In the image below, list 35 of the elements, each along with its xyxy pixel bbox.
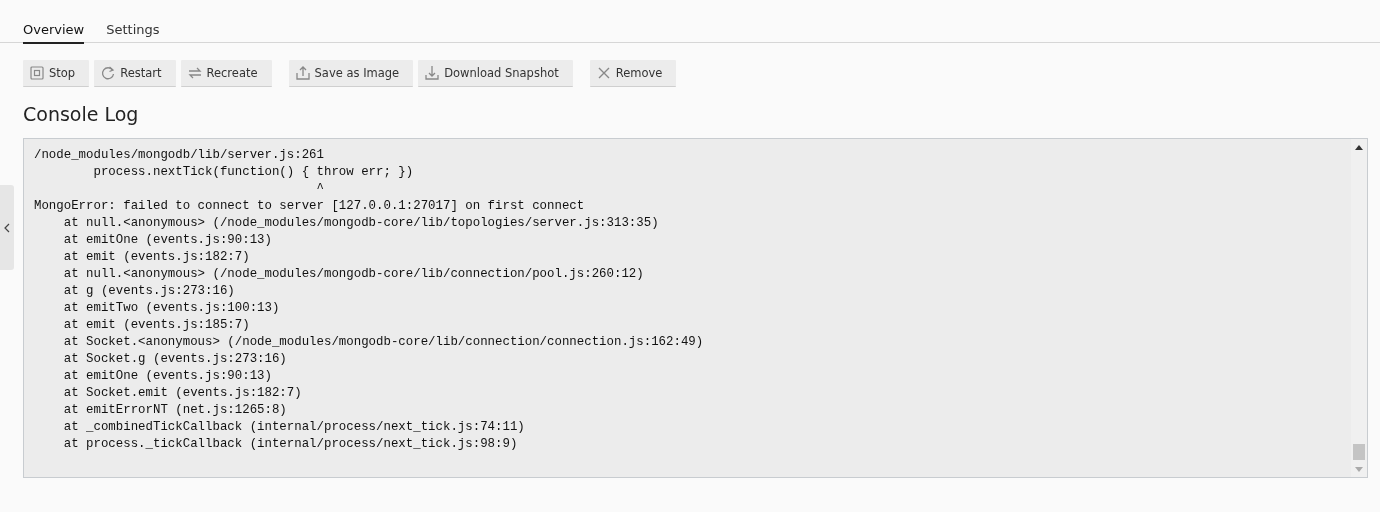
collapse-handle[interactable] [0, 185, 14, 270]
toolbar-button[interactable]: Save as Image [288, 60, 414, 87]
log-line: at Socket.emit (events.js:182:7) [62, 385, 303, 402]
log-line: /node_modules/mongodb/lib/server.js:261 [34, 147, 325, 164]
log-line: at emitOne (events.js:90:13) [62, 232, 273, 249]
log-line: at process._tickCallback (internal/process/next_tick.js:98:9) [62, 436, 519, 453]
chevron-left-icon [4, 222, 10, 233]
toolbar-button[interactable]: Remove [589, 60, 677, 87]
scrollbar[interactable] [1351, 139, 1367, 477]
tab[interactable]: Overview [23, 21, 85, 44]
log-line: at g (events.js:273:16) [62, 283, 236, 300]
toolbar-button[interactable]: Download Snapshot [418, 60, 573, 87]
swap-arrows-icon [186, 65, 203, 81]
download-icon [424, 65, 441, 81]
log-line: MongoError: failed to connect to server [127.0.0.1:27017] on first connect [34, 198, 586, 215]
toolbar-button[interactable]: Restart [94, 60, 176, 87]
log-line: at emitTwo (events.js:100:13) [62, 300, 281, 317]
log-line: at emit (events.js:185:7) [62, 317, 251, 334]
log-line: at null.<anonymous> (/node_modules/mongodb-core/lib/connection/pool.js:260:12) [62, 266, 645, 283]
log-line: at Socket.<anonymous> (/node_modules/mongodb-core/lib/connection/connection.js:162:49) [62, 334, 705, 351]
tab[interactable]: Settings [106, 21, 160, 44]
restart-icon [100, 65, 117, 81]
toolbar-button[interactable]: Recreate [180, 60, 272, 87]
log-line: process.nextTick(function() { throw err; }) [92, 164, 415, 181]
upload-icon [294, 65, 311, 81]
log-line: at Socket.g (events.js:273:16) [62, 351, 288, 368]
stop-icon [29, 65, 45, 81]
toolbar-button[interactable]: Stop [23, 60, 90, 87]
log-line: at _combinedTickCallback (internal/process/next_tick.js:74:11) [62, 419, 526, 436]
section-heading: Console Log [23, 103, 140, 127]
log-line: at emit (events.js:182:7) [62, 249, 251, 266]
log-line: at emitErrorNT (net.js:1265:8) [62, 402, 288, 419]
log-line: ^ [315, 181, 325, 198]
log-line: at emitOne (events.js:90:13) [62, 368, 273, 385]
log-line: at null.<anonymous> (/node_modules/mongodb-core/lib/topologies/server.js:313:35) [62, 215, 660, 232]
